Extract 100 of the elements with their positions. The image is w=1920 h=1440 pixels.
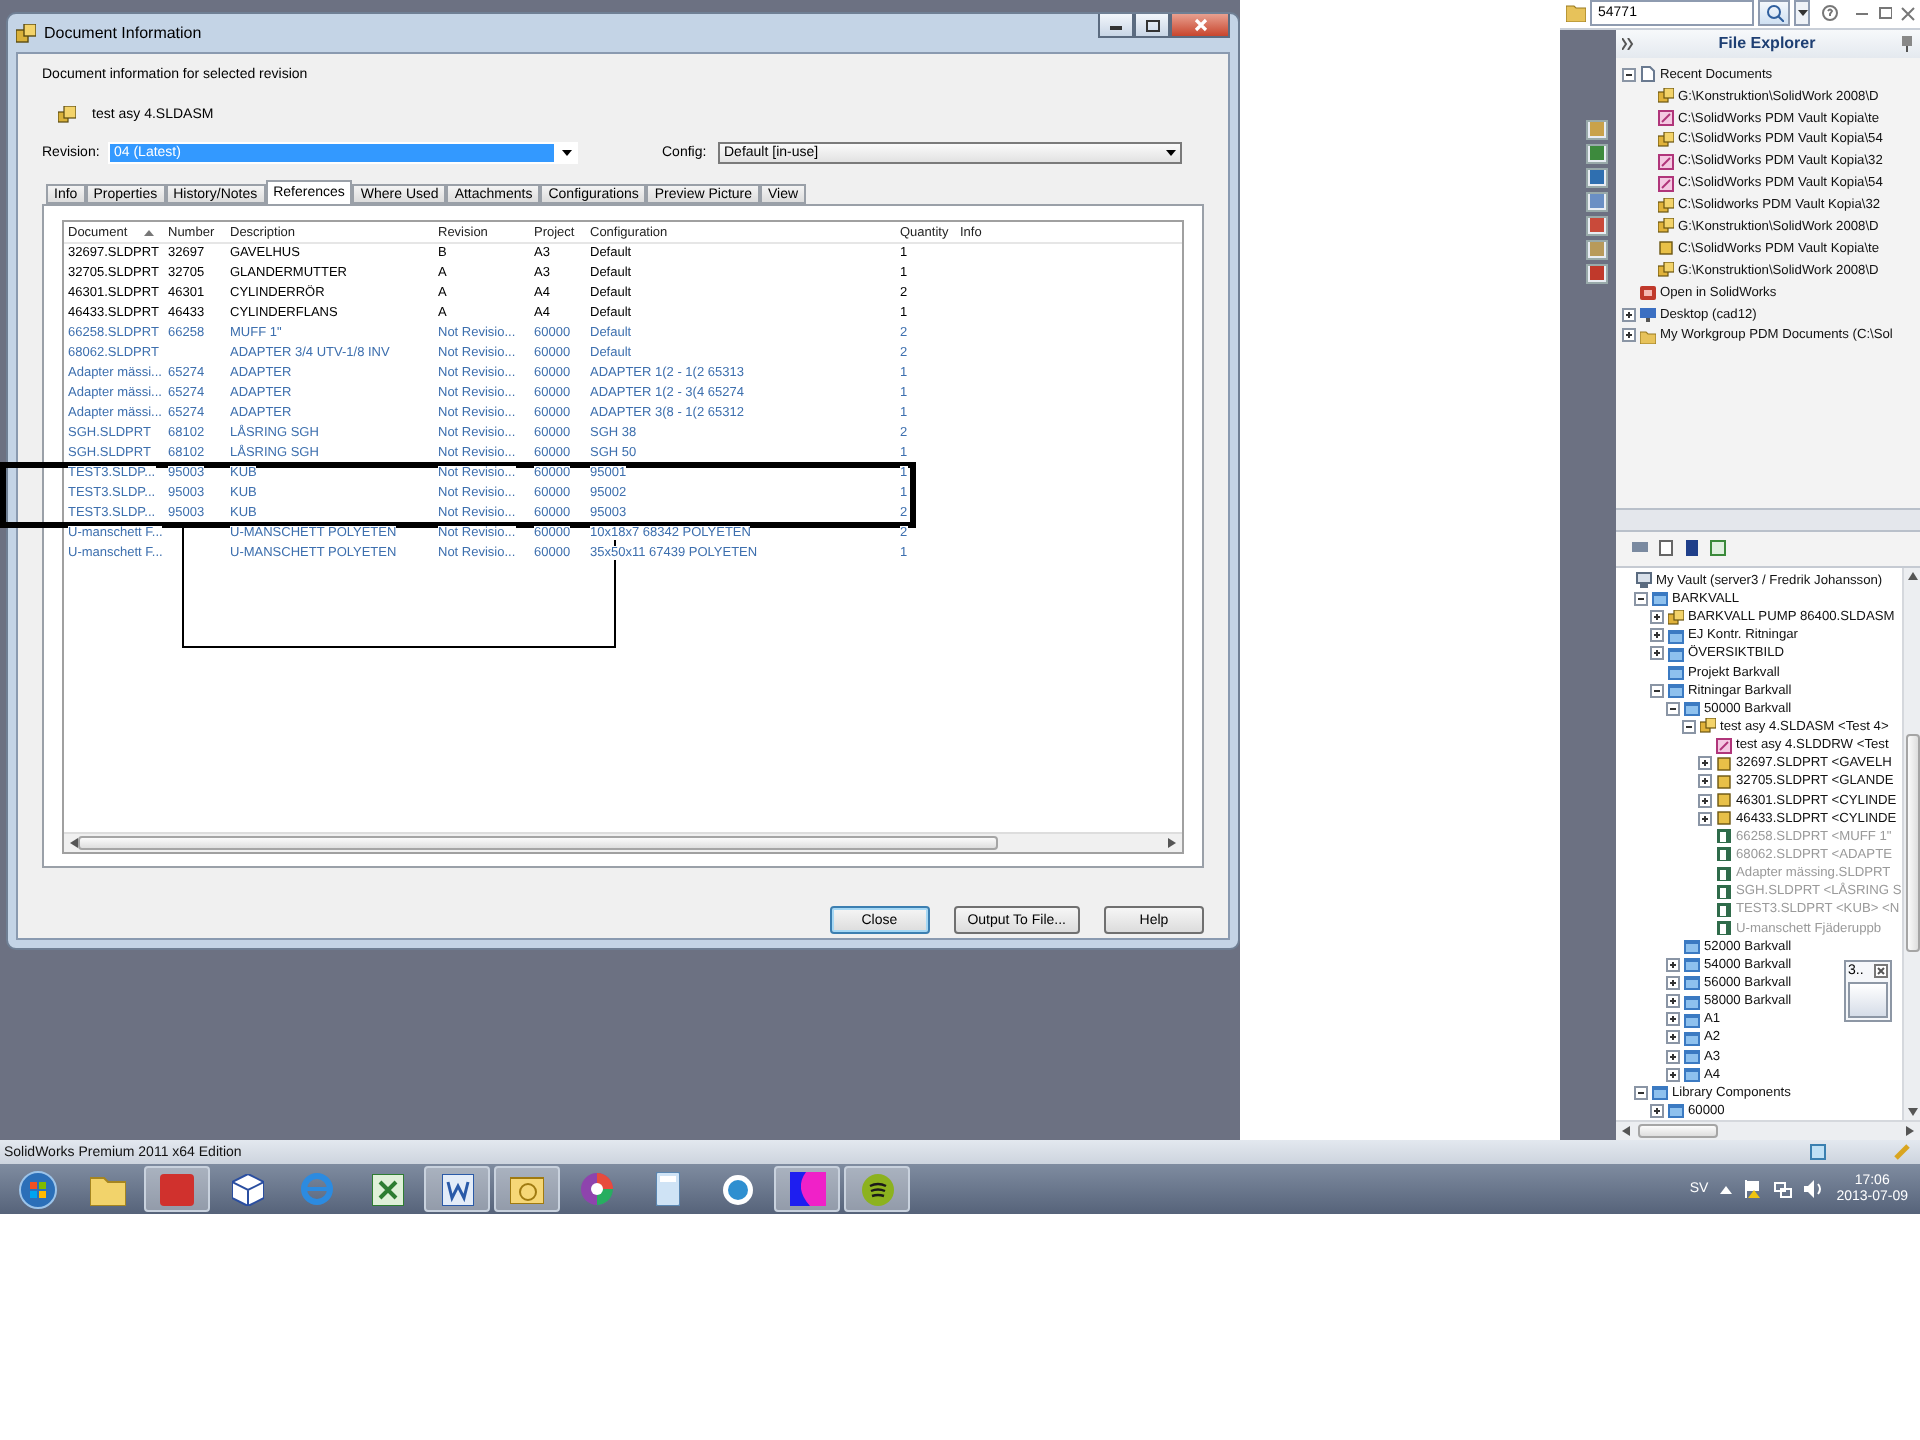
help-icon[interactable] [1822,4,1839,23]
minimize-icon [1110,21,1122,29]
horizontal-scrollbar[interactable] [1616,1120,1920,1140]
document-icon [1658,540,1674,557]
scroll-right-icon[interactable] [1168,838,1176,848]
search-icon [1765,4,1784,23]
circle-icon [721,1173,753,1205]
assembly-icon [58,105,76,123]
vault-icon [1632,540,1648,557]
status-icon[interactable] [1810,1144,1826,1160]
scroll-up-icon[interactable] [1907,571,1917,580]
task-pane-tab[interactable] [1586,215,1608,236]
flag-icon[interactable] [1744,1180,1763,1198]
expand-icon[interactable] [1666,1049,1680,1063]
assembly-icon [1668,609,1684,626]
caret-icon [1797,10,1808,17]
task-pane-tab[interactable] [1586,239,1608,260]
pinwheel-icon [580,1172,614,1206]
envelope-icon [510,1174,544,1204]
document-icon [1640,66,1656,83]
expand-icon[interactable] [1650,610,1664,625]
close-icon[interactable] [1900,4,1916,23]
taskbar-app[interactable] [844,1166,910,1212]
drawing-icon [1658,153,1674,170]
horizontal-scrollbar[interactable] [64,832,1182,852]
restore-icon[interactable] [1877,4,1893,23]
cube-icon [231,1173,263,1205]
expand-icon[interactable] [1698,793,1712,808]
collapse-icon[interactable] [1634,591,1648,606]
assembly-icon [1700,718,1716,735]
app-icon [789,1172,825,1206]
network-icon[interactable] [1774,1180,1793,1198]
expand-icon[interactable] [1698,811,1712,826]
task-pane-tab[interactable] [1586,143,1608,164]
scroll-left-icon[interactable] [1622,1126,1630,1136]
up-arrow-icon[interactable] [1720,1185,1733,1193]
scroll-down-icon[interactable] [1907,1108,1917,1116]
expand-icon[interactable] [1666,994,1680,1009]
expand-icon[interactable] [1666,975,1680,990]
maximize-icon [1145,19,1159,31]
music-app-icon [861,1173,893,1205]
caret-icon [1166,149,1176,155]
collapse-icon[interactable] [1650,683,1664,698]
collapse-icon[interactable] [1682,719,1696,734]
drawing-icon [1658,175,1674,192]
drawing-icon [1658,110,1674,126]
taskbar-app[interactable] [774,1166,840,1212]
folder-icon [1640,327,1656,344]
collapse-icon[interactable] [1666,701,1680,716]
task-pane-tab[interactable] [1586,167,1608,188]
assembly-icon [1658,88,1674,105]
part-icon [1658,240,1674,257]
double-chevron-icon[interactable] [1622,37,1634,50]
scroll-right-icon[interactable] [1906,1126,1914,1136]
expand-icon[interactable] [1698,774,1712,789]
expand-icon[interactable] [1622,307,1636,322]
dropdown-button[interactable] [1793,0,1811,27]
expand-icon[interactable] [1650,646,1664,661]
expand-icon[interactable] [1666,1067,1680,1082]
folder-icon [89,1173,125,1205]
search-button[interactable] [1758,0,1790,27]
collapse-icon[interactable] [1634,1085,1648,1100]
expand-icon[interactable] [1666,1030,1680,1045]
task-pane-tab[interactable] [1586,263,1608,284]
window-title: Document Information [44,24,202,42]
vault-folder-icon [1652,590,1668,607]
maximize-button[interactable] [1134,14,1170,38]
assembly-icon [1658,197,1674,214]
computer-icon [1636,572,1652,589]
assembly-icon [1658,262,1674,279]
desktop-icon [1640,306,1656,323]
expand-icon[interactable] [1698,756,1712,771]
pane-title: File Explorer [1716,34,1818,53]
close-icon[interactable] [1874,963,1888,978]
expand-icon[interactable] [1666,1012,1680,1027]
folder-icon [1566,4,1586,23]
document-icon [441,1173,473,1205]
open-file-icon [1640,284,1656,301]
expand-icon[interactable] [1622,328,1636,343]
assembly-icon [16,23,36,43]
sort-arrow-icon [143,229,154,235]
assembly-icon [1658,131,1674,148]
expand-icon[interactable] [1666,957,1680,972]
refresh-icon [1710,540,1726,557]
book-icon [1684,540,1700,557]
drawing-icon [1716,737,1732,754]
caret-icon [562,149,572,155]
task-pane-tab[interactable] [1586,119,1608,140]
collapse-icon[interactable] [1622,67,1636,82]
minimize-button[interactable] [1098,14,1134,38]
vertical-scrollbar[interactable] [1902,567,1920,1120]
calculator-icon [655,1172,679,1206]
taskbar-app[interactable] [424,1166,490,1212]
close-button[interactable] [1170,14,1230,38]
expand-icon[interactable] [1650,1103,1664,1118]
pin-icon[interactable] [1900,35,1914,52]
speaker-icon[interactable] [1804,1180,1825,1198]
close-icon [1193,18,1207,32]
expand-icon[interactable] [1650,628,1664,643]
task-pane-tab[interactable] [1586,191,1608,212]
